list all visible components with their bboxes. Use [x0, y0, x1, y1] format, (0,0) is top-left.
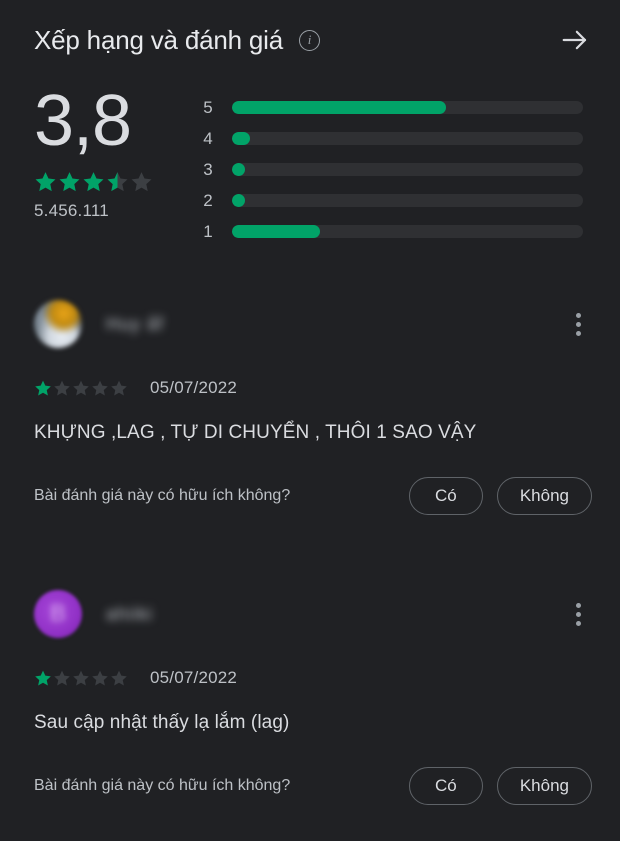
histogram-fill-3 [232, 163, 245, 176]
histogram-label-4: 4 [203, 128, 213, 148]
avatar-initial: B [49, 600, 66, 627]
histogram-track-3 [232, 163, 583, 176]
star-empty-5 [111, 670, 127, 686]
score-column: 3,8 5.456.111 [34, 84, 194, 221]
review-card: Huy ấf 05/07/2022 KHỰNG ,LAG , TỰ DI CHU… [0, 296, 620, 516]
more-vertical-icon[interactable] [564, 304, 592, 344]
helpful-question: Bài đánh giá này có hữu ích không? [34, 487, 291, 504]
average-star-rating [34, 170, 194, 193]
rating-summary: 3,8 5.456.111 5 4 3 2 1 [0, 84, 620, 244]
histogram-row-4-star[interactable]: 4 [196, 123, 588, 154]
review-header: Huy ấf [34, 296, 592, 352]
review-star-rating [34, 669, 128, 687]
histogram-track-4 [232, 132, 583, 145]
review-meta: 05/07/2022 [34, 668, 592, 688]
review-header: B ahiiki [34, 586, 592, 642]
histogram-fill-2 [232, 194, 245, 207]
review-count: 5.456.111 [34, 201, 109, 220]
review-text: Sau cập nhật thấy lạ lắm (lag) [34, 712, 290, 733]
histogram-fill-1 [232, 225, 320, 238]
review-card: B ahiiki 05/07/2022 Sau cập nhật thấy lạ… [0, 586, 620, 806]
helpful-no-button[interactable]: Không [496, 767, 592, 805]
histogram-track-2 [232, 194, 583, 207]
star-full-3 [83, 172, 104, 192]
review-date: 05/07/2022 [150, 378, 238, 397]
average-score: 3,8 [34, 81, 132, 161]
star-empty-4 [92, 670, 108, 686]
helpful-row: Bài đánh giá này có hữu ích không? Có Kh… [34, 476, 592, 516]
star-full-1 [35, 670, 51, 686]
star-empty-4 [92, 380, 108, 396]
more-vertical-icon[interactable] [564, 594, 592, 634]
histogram-track-1 [232, 225, 583, 238]
star-full-1 [35, 380, 51, 396]
helpful-no-button[interactable]: Không [496, 477, 592, 515]
star-empty-3 [73, 380, 89, 396]
page-title: Xếp hạng và đánh giá [34, 24, 283, 55]
histogram-row-5-star[interactable]: 5 [196, 92, 588, 123]
star-empty-2 [54, 670, 70, 686]
review-date: 05/07/2022 [150, 668, 238, 687]
star-half-4 [107, 172, 128, 192]
histogram-label-2: 2 [203, 190, 213, 210]
helpful-row: Bài đánh giá này có hữu ích không? Có Kh… [34, 766, 592, 806]
review-text: KHỰNG ,LAG , TỰ DI CHUYỂN , THÔI 1 SAO V… [34, 422, 477, 443]
section-header: Xếp hạng và đánh giá i [0, 16, 620, 64]
star-full-1 [35, 172, 56, 192]
star-empty-2 [54, 380, 70, 396]
star-empty-5 [111, 380, 127, 396]
review-star-rating [34, 379, 128, 397]
review-meta: 05/07/2022 [34, 378, 592, 398]
avatar: B [34, 590, 82, 638]
reviewer-name: Huy ấf [106, 313, 165, 334]
histogram-row-3-star[interactable]: 3 [196, 154, 588, 185]
histogram-row-1-star[interactable]: 1 [196, 216, 588, 247]
histogram-fill-5 [232, 101, 447, 114]
info-icon[interactable]: i [299, 29, 320, 51]
helpful-question: Bài đánh giá này có hữu ích không? [34, 777, 291, 794]
reviewer-name: ahiiki [106, 603, 154, 624]
star-empty-5 [131, 172, 152, 192]
ratings-and-reviews-page: Xếp hạng và đánh giá i 3,8 5.456.111 5 4 [0, 0, 620, 841]
rating-histogram: 5 4 3 2 1 [196, 92, 588, 247]
avatar [34, 300, 82, 348]
histogram-label-5: 5 [203, 97, 213, 117]
histogram-label-3: 3 [203, 159, 213, 179]
star-full-2 [59, 172, 80, 192]
arrow-right-icon[interactable] [558, 23, 592, 57]
helpful-yes-button[interactable]: Có [408, 477, 483, 515]
histogram-track-5 [232, 101, 583, 114]
helpful-yes-button[interactable]: Có [408, 767, 483, 805]
histogram-label-1: 1 [203, 221, 213, 241]
histogram-row-2-star[interactable]: 2 [196, 185, 588, 216]
star-empty-3 [73, 670, 89, 686]
histogram-fill-4 [232, 132, 250, 145]
